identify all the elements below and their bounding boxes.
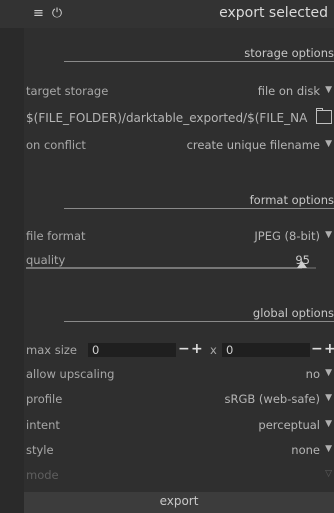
- folder-browse-icon[interactable]: [316, 108, 332, 124]
- on-conflict-value: create unique filename: [186, 138, 320, 152]
- max-width-input[interactable]: 0: [88, 343, 176, 357]
- global-section-divider: [64, 321, 334, 322]
- file-format-combobox[interactable]: file format JPEG (8-bit) ▼: [24, 229, 334, 247]
- dropdown-arrow-icon: ▽: [325, 469, 332, 479]
- dropdown-arrow-icon: ▼: [325, 368, 332, 378]
- storage-section-divider: [64, 61, 334, 62]
- dropdown-arrow-icon: ▼: [325, 85, 332, 95]
- intent-combobox[interactable]: intent perceptual ▼: [24, 418, 334, 436]
- max-height-decrease-icon[interactable]: −: [311, 341, 323, 357]
- dropdown-arrow-icon: ▼: [325, 139, 332, 149]
- reset-icon[interactable]: ⏻: [52, 6, 62, 21]
- target-storage-combobox[interactable]: target storage file on disk ▼: [24, 84, 334, 102]
- max-height-increase-icon[interactable]: +: [324, 341, 334, 357]
- on-conflict-label: on conflict: [26, 138, 86, 152]
- storage-options-title: storage options: [244, 46, 334, 60]
- dropdown-arrow-icon: ▼: [325, 393, 332, 403]
- export-path-row: $(FILE_FOLDER)/darktable_exported/$(FILE…: [24, 108, 334, 129]
- dropdown-arrow-icon: ▼: [325, 230, 332, 240]
- quality-slider-track[interactable]: [26, 267, 316, 269]
- intent-label: intent: [26, 418, 60, 432]
- export-path-input[interactable]: $(FILE_FOLDER)/darktable_exported/$(FILE…: [26, 111, 308, 125]
- module-title[interactable]: export selected: [219, 5, 328, 21]
- allow-upscaling-combobox[interactable]: allow upscaling no ▼: [24, 367, 334, 385]
- quality-slider-fill: [26, 267, 302, 269]
- style-label: style: [26, 443, 54, 457]
- file-format-value: JPEG (8-bit): [254, 229, 320, 243]
- max-size-separator: x: [210, 343, 217, 357]
- module-header: ≡ ⏻ export selected: [0, 0, 334, 28]
- global-options-title: global options: [252, 306, 334, 320]
- max-size-label: max size: [26, 343, 78, 357]
- dropdown-arrow-icon: ▼: [325, 419, 332, 429]
- profile-combobox[interactable]: profile sRGB (web-safe) ▼: [24, 392, 334, 410]
- quality-slider[interactable]: quality 95: [24, 253, 334, 273]
- export-button[interactable]: export: [24, 492, 334, 513]
- intent-value: perceptual: [258, 418, 320, 432]
- max-width-decrease-icon[interactable]: −: [178, 341, 190, 357]
- presets-menu-icon[interactable]: ≡: [33, 6, 44, 21]
- max-size-row: max size 0 − + x 0 − +: [24, 341, 334, 361]
- allow-upscaling-value: no: [305, 367, 320, 381]
- dropdown-arrow-icon: ▼: [325, 444, 332, 454]
- mode-combobox: mode ▽: [24, 468, 334, 486]
- target-storage-label: target storage: [26, 84, 109, 98]
- profile-value: sRGB (web-safe): [224, 392, 320, 406]
- allow-upscaling-label: allow upscaling: [26, 367, 115, 381]
- target-storage-value: file on disk: [257, 84, 320, 98]
- style-combobox[interactable]: style none ▼: [24, 443, 334, 461]
- style-value: none: [291, 443, 320, 457]
- format-options-title: format options: [249, 193, 334, 207]
- profile-label: profile: [26, 392, 63, 406]
- on-conflict-combobox[interactable]: on conflict create unique filename ▼: [24, 138, 334, 156]
- format-section-divider: [64, 208, 334, 209]
- max-width-increase-icon[interactable]: +: [191, 341, 203, 357]
- file-format-label: file format: [26, 229, 86, 243]
- max-height-input[interactable]: 0: [222, 343, 310, 357]
- quality-label: quality: [26, 253, 66, 267]
- export-module-panel: storage options target storage file on d…: [24, 28, 334, 513]
- mode-label: mode: [26, 468, 59, 482]
- quality-slider-handle[interactable]: [296, 261, 307, 268]
